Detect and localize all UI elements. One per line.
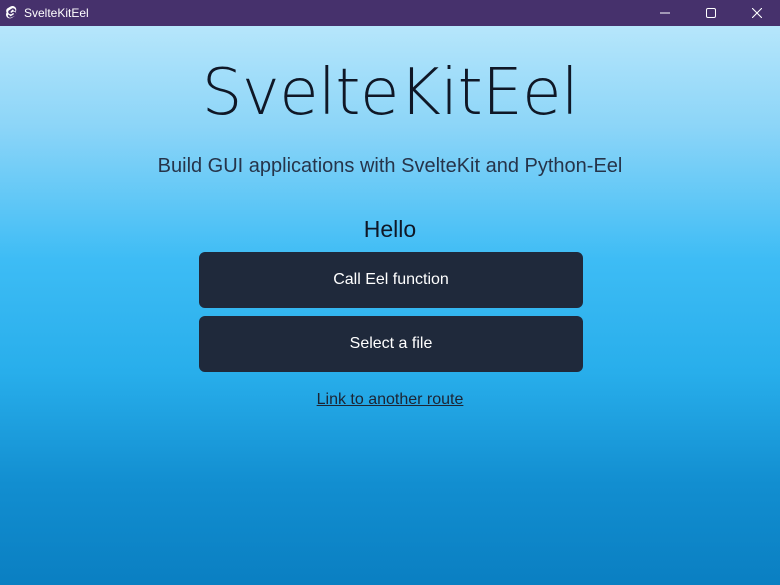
app-window: SvelteKitEel SvelteKitEel Build GUI appl… [0,0,780,585]
select-file-button[interactable]: Select a file [199,316,583,372]
greeting-text: Hello [363,216,417,242]
main-content: SvelteKitEel Build GUI applications with… [0,26,780,585]
window-controls [642,0,780,26]
close-icon [752,8,762,18]
minimize-icon [660,12,670,14]
window-title: SvelteKitEel [24,6,89,20]
minimize-button[interactable] [642,0,688,26]
call-eel-function-button[interactable]: Call Eel function [199,252,583,308]
another-route-link[interactable]: Link to another route [317,391,464,408]
maximize-icon [706,8,716,18]
page-subtitle: Build GUI applications with SvelteKit an… [157,155,623,177]
title-bar[interactable]: SvelteKitEel [0,0,780,26]
svelte-logo-icon [5,6,19,20]
route-link-container: Link to another route [0,391,780,409]
maximize-button[interactable] [688,0,734,26]
close-button[interactable] [734,0,780,26]
page-title: SvelteKitEel [201,56,579,130]
